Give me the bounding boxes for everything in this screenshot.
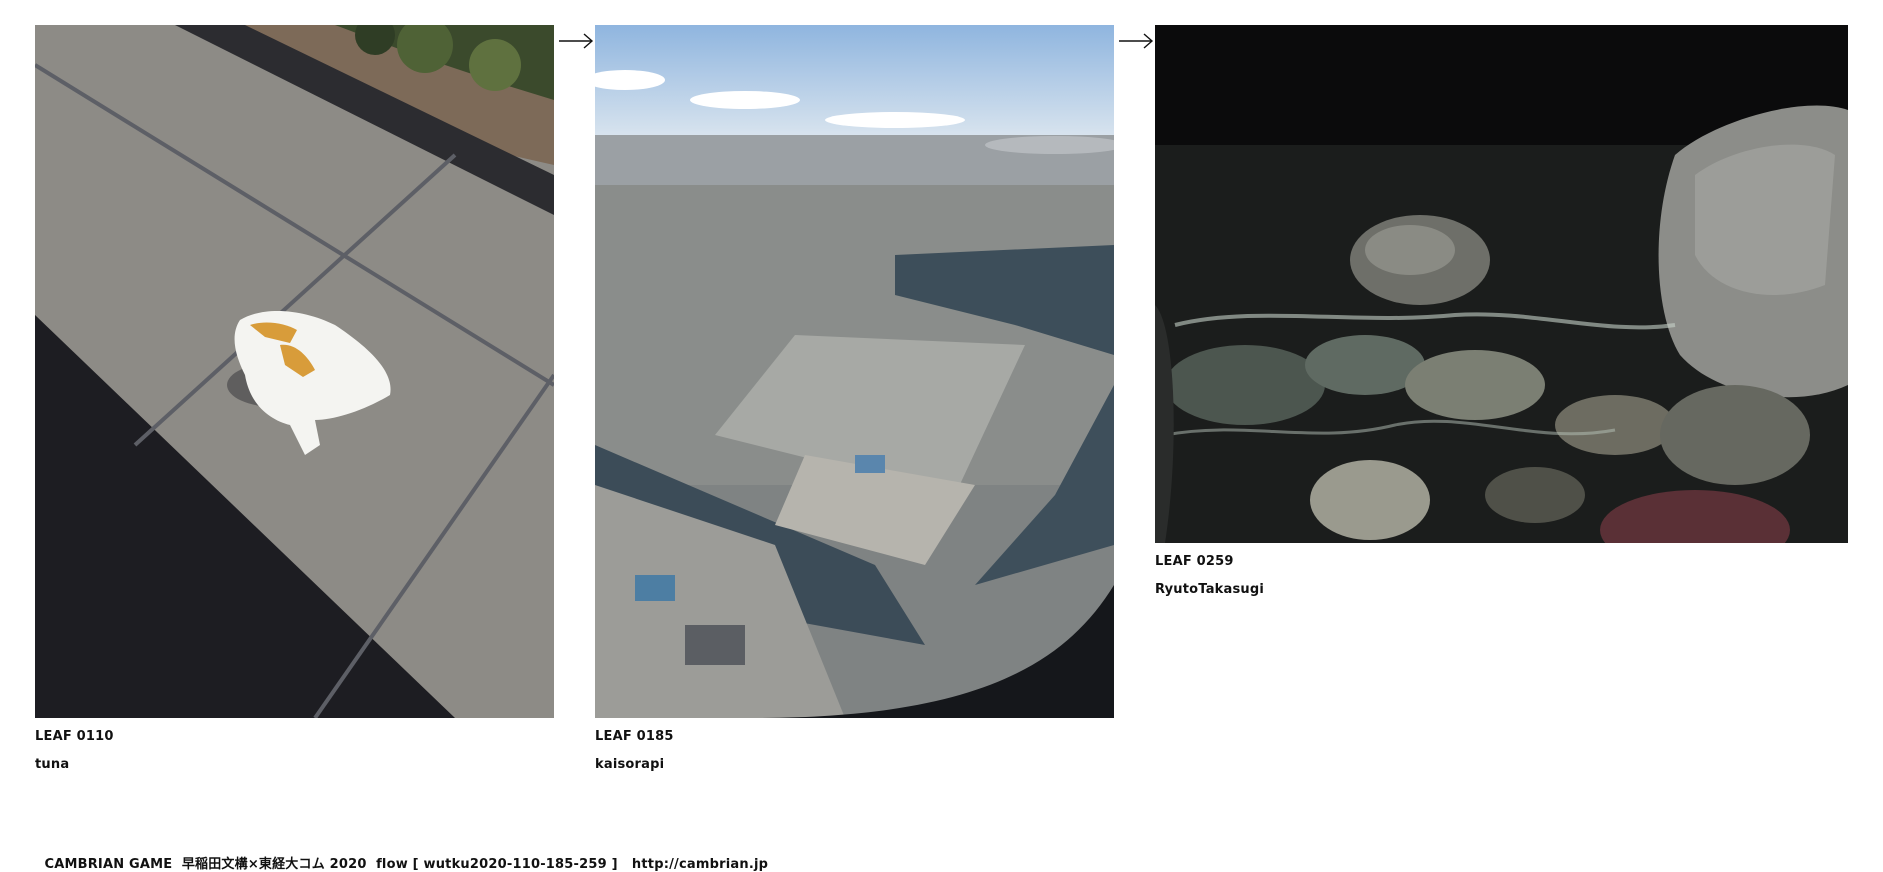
leaf-image-0185[interactable] xyxy=(595,25,1114,718)
leaf-author: RyutoTakasugi xyxy=(1155,582,1265,597)
leaf-id: LEAF 0259 xyxy=(1155,554,1234,569)
footer-text: CAMBRIAN GAME 早稲田文構×東経大コム 2020 flow [ wu… xyxy=(44,857,632,872)
leaf-image-0110[interactable] xyxy=(35,25,554,718)
footer-link[interactable]: http://cambrian.jp xyxy=(632,857,768,872)
leaf-image-0259[interactable] xyxy=(1155,25,1848,543)
arrow-right-icon xyxy=(559,33,594,49)
leaf-id: LEAF 0110 xyxy=(35,729,114,744)
leaf-id: LEAF 0185 xyxy=(595,729,674,744)
leaf-author: tuna xyxy=(35,757,70,772)
leaf-author: kaisorapi xyxy=(595,757,665,772)
arrow-right-icon xyxy=(1119,33,1154,49)
footer-credits: CAMBRIAN GAME 早稲田文構×東経大コム 2020 flow [ wu… xyxy=(35,838,768,872)
